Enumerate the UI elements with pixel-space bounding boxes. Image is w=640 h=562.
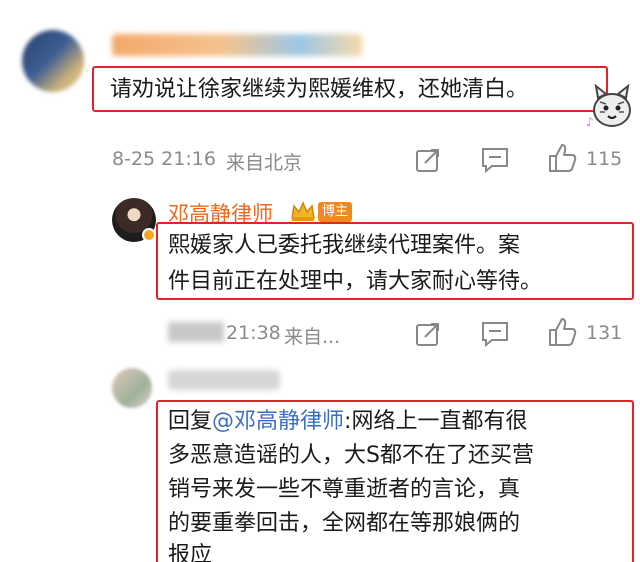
like-icon[interactable] (546, 316, 578, 348)
reply-date-blurred (168, 322, 224, 342)
comment-date: 8-25 21:16 (112, 148, 216, 170)
commenter-avatar[interactable] (22, 30, 84, 92)
reply-prefix: 回复 (168, 409, 213, 434)
share-icon[interactable] (414, 320, 442, 348)
reply2-line-1: 回复@邓高静律师:网络上一直都有很 (168, 404, 527, 440)
comment-text: 请劝说让徐家继续为熙媛维权，还她清白。 (110, 77, 529, 102)
reply2-line-2: 多恶意造谣的人，大S都不在了还买营 (168, 443, 534, 468)
blogger-badge: 博主 (318, 202, 353, 222)
reply2-line-4: 的要重拳回击，全网都在等那娘俩的 (168, 511, 521, 536)
reply2-line-5: 报应 (168, 543, 213, 562)
reply2-line-3: 销号来发一些不尊重逝者的言论，真 (168, 477, 521, 502)
share-icon[interactable] (414, 146, 442, 174)
svg-text:♪: ♪ (586, 115, 594, 129)
comment-icon[interactable] (480, 146, 510, 174)
crown-icon (291, 201, 315, 221)
reply-location: 来自... (284, 326, 341, 348)
reply-line-1: 熙媛家人已委托我继续代理案件。案 (168, 233, 521, 258)
verified-badge-icon (142, 228, 156, 242)
reply2-line-1-rest: :网络上一直都有很 (344, 409, 528, 434)
replier-avatar[interactable] (112, 368, 152, 408)
mention-link[interactable]: @邓高静律师 (212, 409, 344, 434)
reply-like-count: 131 (586, 322, 623, 344)
comment-location: 来自北京 (226, 152, 303, 174)
comment-icon[interactable] (480, 320, 510, 348)
like-icon[interactable] (546, 142, 578, 174)
sticker-icon: ♪ (586, 83, 631, 129)
reply-line-2: 件目前正在处理中，请大家耐心等待。 (168, 269, 543, 294)
comment-like-count: 115 (586, 148, 623, 170)
replier-name-blurred[interactable] (168, 370, 280, 390)
commenter-name-blurred[interactable] (112, 34, 362, 56)
reply-time: 21:38 (226, 322, 281, 344)
